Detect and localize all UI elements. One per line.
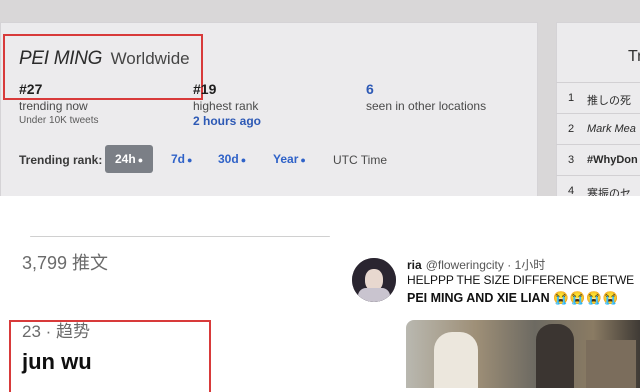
dot-icon: ● xyxy=(137,155,144,165)
rank-tab-year[interactable]: Year ● xyxy=(273,145,306,173)
tweet-header: ria @floweringcity · 1小时 xyxy=(407,256,545,273)
side-list-item[interactable]: 4 寒振のセ xyxy=(556,175,640,196)
stat-sub-link[interactable]: 2 hours ago xyxy=(193,115,261,127)
tweet-text-line1: HELPPP THE SIZE DIFFERENCE BETWE xyxy=(407,273,635,287)
tweet-time: · 1小时 xyxy=(507,258,546,272)
tweet-handle[interactable]: @floweringcity xyxy=(426,258,504,272)
rank-tab-24h[interactable]: 24h ● xyxy=(105,145,154,173)
dot-icon: ● xyxy=(187,155,193,165)
tweet-image[interactable] xyxy=(406,320,640,388)
highlight-box-bottom xyxy=(9,320,211,392)
stat-value-link[interactable]: 6 xyxy=(366,81,486,97)
side-list-header: Tr xyxy=(628,48,640,65)
tweet-display-name[interactable]: ria xyxy=(407,258,422,272)
stat-sub: Under 10K tweets xyxy=(19,115,99,126)
side-item-text: #WhyDon xyxy=(587,154,638,166)
tab-label: 7d xyxy=(171,152,186,166)
tweet-text-bold: PEI MING AND XIE LIAN xyxy=(407,291,550,305)
stat-value: #19 xyxy=(193,81,217,97)
trend-screenshot-panel: PEI MING Worldwide #27 trending now Unde… xyxy=(0,0,640,196)
side-item-text: 寒振のセ xyxy=(587,188,631,196)
avatar-robe xyxy=(358,288,390,302)
tab-label: 30d xyxy=(218,152,239,166)
side-list-item[interactable]: 3 #WhyDon xyxy=(556,144,640,175)
tweet-count: 3,799 推文 xyxy=(22,253,109,273)
dot-icon: ● xyxy=(300,155,306,165)
side-list-item[interactable]: 1 推しの死 xyxy=(556,82,640,113)
side-item-number: 3 xyxy=(568,154,575,166)
rank-tab-30d[interactable]: 30d ● xyxy=(218,145,246,173)
stat-label: trending now xyxy=(19,99,88,113)
stat-highest-rank: #19 highest rank 2 hours ago xyxy=(193,81,261,127)
side-item-text: 推しの死 xyxy=(587,95,631,107)
dot-icon: ● xyxy=(240,155,247,165)
stat-other-locations: 6 seen in other locations xyxy=(366,81,486,113)
side-item-number: 4 xyxy=(568,185,575,196)
tab-label: 24h xyxy=(115,152,136,166)
figure-shape xyxy=(586,340,636,388)
rank-tab-7d[interactable]: 7d ● xyxy=(171,145,192,173)
trending-rank-label: Trending rank: xyxy=(19,153,103,167)
avatar[interactable] xyxy=(352,258,396,302)
figure-shape xyxy=(434,332,478,388)
tweet-text-line2: PEI MING AND XIE LIAN 😭😭😭😭 xyxy=(407,291,619,306)
stat-label: seen in other locations xyxy=(366,99,487,113)
side-item-number: 2 xyxy=(568,123,575,135)
stat-label: highest rank xyxy=(193,99,259,113)
tweet-card[interactable]: ria @floweringcity · 1小时 HELPPP THE SIZE … xyxy=(340,196,640,388)
stat-trending-now: #27 trending now Under 10K tweets xyxy=(19,81,99,127)
side-item-text: Mark Mea xyxy=(587,123,636,135)
crying-emoji-icons: 😭😭😭😭 xyxy=(553,291,620,305)
side-list-item[interactable]: 2 Mark Mea xyxy=(556,113,640,144)
trend-stats-panel: 3,799 推文 23 · 趋势 jun wu xyxy=(0,196,340,392)
tab-label: Year xyxy=(273,152,299,166)
utc-time-toggle[interactable]: UTC Time xyxy=(333,153,387,167)
figure-shape xyxy=(536,324,574,388)
stat-value: #27 xyxy=(19,81,43,97)
divider xyxy=(30,236,330,237)
side-item-number: 1 xyxy=(568,92,575,104)
